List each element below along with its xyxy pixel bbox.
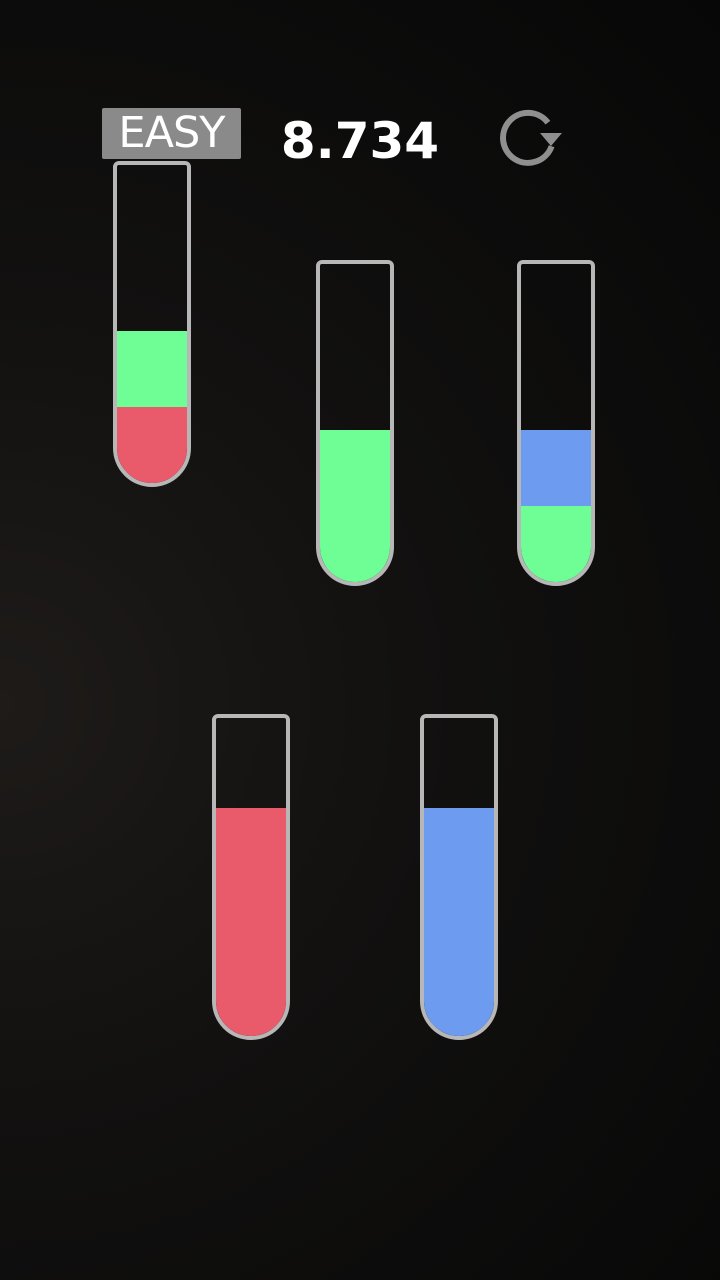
liquid-blue (424, 960, 494, 1036)
liquid-green (320, 506, 390, 582)
tube-3[interactable] (517, 260, 595, 586)
liquid-blue (424, 808, 494, 884)
liquid-red (216, 884, 286, 960)
difficulty-badge: EASY (102, 108, 241, 159)
restart-icon (500, 109, 562, 166)
liquid-blue (424, 884, 494, 960)
tube-4[interactable] (212, 714, 290, 1040)
timer-display: 8.734 (280, 112, 440, 170)
tube-5[interactable] (420, 714, 498, 1040)
liquid-green (117, 331, 187, 407)
tube-2[interactable] (316, 260, 394, 586)
liquid-green (521, 506, 591, 582)
liquid-blue (521, 430, 591, 506)
liquid-red (216, 808, 286, 884)
tube-1[interactable] (113, 161, 191, 487)
restart-button[interactable] (494, 103, 564, 169)
liquid-red (216, 960, 286, 1036)
liquid-red (117, 407, 187, 483)
liquid-green (320, 430, 390, 506)
